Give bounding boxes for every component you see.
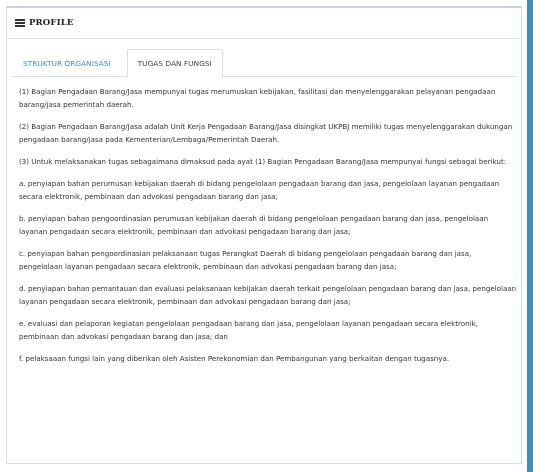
paragraph-e: e. evaluasi dan pelaporan kegiatan penge… <box>19 319 478 341</box>
tab-struktur-organisasi[interactable]: STRUKTUR ORGANISASI <box>13 49 121 77</box>
tabs-area: STRUKTUR ORGANISASI TUGAS DAN FUNGSI <box>7 39 521 78</box>
tab-tugas-dan-fungsi[interactable]: TUGAS DAN FUNGSI <box>126 49 223 78</box>
list-icon <box>15 19 25 27</box>
paragraph-1: (1) Bagian Pengadaan Barang/Jasa mempuny… <box>19 87 496 109</box>
page-frame: PROFILE STRUKTUR ORGANISASI TUGAS DAN FU… <box>0 0 533 472</box>
panel-title: PROFILE <box>29 18 74 28</box>
paragraph-3: (3) Untuk melaksanakan tugas sebagaimana… <box>19 157 507 166</box>
profile-panel: PROFILE STRUKTUR ORGANISASI TUGAS DAN FU… <box>6 6 522 464</box>
paragraph-f: f. pelaksaaan fungsi lain yang diberikan… <box>19 354 450 363</box>
paragraph-a: a. penyiapan bahan perumusan kebijakan d… <box>19 179 500 201</box>
paragraph-b: b. penyiapan bahan pengoordinasian perum… <box>19 214 489 236</box>
right-accent-bar <box>527 0 533 472</box>
paragraph-c: c. penyiapan bahan pengoordinasian pelak… <box>19 249 472 271</box>
tab-content: (1) Bagian Pengadaan Barang/Jasa mempuny… <box>7 77 521 365</box>
paragraph-2: (2) Bagian Pengadaan Barang/Jasa adalah … <box>19 122 513 144</box>
panel-header: PROFILE <box>7 8 521 39</box>
paragraph-d: d. penyiapan bahan pemantauan dan evalua… <box>19 284 517 306</box>
tab-bar: STRUKTUR ORGANISASI TUGAS DAN FUNGSI <box>13 49 515 78</box>
